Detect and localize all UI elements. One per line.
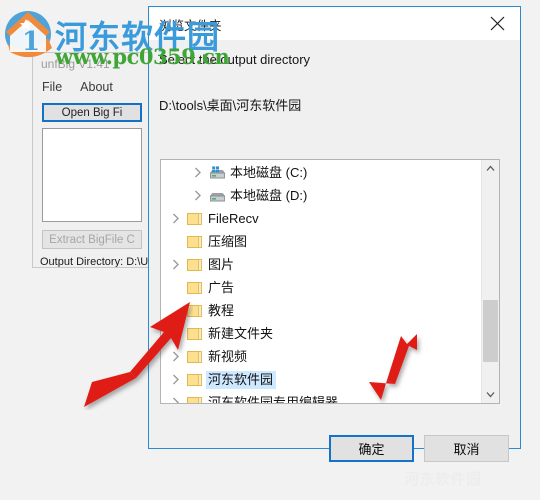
tree-item[interactable]: 河东软件园 xyxy=(161,368,481,391)
open-big-file-button[interactable]: Open Big Fi xyxy=(42,103,142,122)
tree-item-label: 本地磁盘 (D:) xyxy=(230,187,308,203)
tree-item-label: 河东软件园专用编辑器 xyxy=(208,394,339,404)
cancel-button[interactable]: 取消 xyxy=(424,435,509,462)
tree-item[interactable]: FileRecv xyxy=(161,207,481,230)
folder-icon xyxy=(184,396,206,403)
svg-text:1: 1 xyxy=(22,27,40,57)
chevron-right-icon[interactable] xyxy=(167,391,184,403)
tree-item-label: 新视频 xyxy=(208,348,248,364)
menu-item-file[interactable]: File xyxy=(42,80,62,94)
app-menubar: File About xyxy=(33,75,148,99)
close-icon[interactable] xyxy=(475,7,520,39)
tree-item-label: 河东软件园 xyxy=(206,370,277,389)
folder-icon xyxy=(184,327,206,341)
chevron-right-icon[interactable] xyxy=(167,253,184,276)
chevron-right-icon[interactable] xyxy=(167,345,184,368)
tree-item-label: 图片 xyxy=(208,256,235,272)
tree-item-label: 本地磁盘 (C:) xyxy=(230,164,308,180)
folder-icon xyxy=(184,373,206,387)
chevron-right-icon[interactable] xyxy=(167,322,184,345)
folder-icon xyxy=(184,258,206,272)
browse-folder-dialog: 浏览文件夹 Select the output directory D:\too… xyxy=(148,6,521,462)
ok-button[interactable]: 确定 xyxy=(329,435,414,462)
tree-item[interactable]: 本地磁盘 (D:) xyxy=(161,184,481,207)
output-directory-status: Output Directory: D:\Un xyxy=(40,256,148,268)
tree-item[interactable]: 新建文件夹 xyxy=(161,322,481,345)
dialog-body: Select the output directory D:\tools\桌面\… xyxy=(149,40,520,462)
tree-item[interactable]: 压缩图 xyxy=(161,230,481,253)
drive-system-icon xyxy=(206,165,228,180)
tree-item[interactable]: 新视频 xyxy=(161,345,481,368)
file-list-area[interactable] xyxy=(42,128,142,222)
folder-tree-rows: 本地磁盘 (C:) 本地磁盘 (D:) FileRecv 压缩图图片广告教程新建文件夹… xyxy=(161,160,481,403)
tree-item[interactable]: 图片 xyxy=(161,253,481,276)
extract-bigfile-button: Extract BigFile C xyxy=(42,230,142,249)
chevron-right-icon[interactable] xyxy=(167,368,184,391)
folder-icon xyxy=(184,304,206,318)
chevron-right-icon[interactable] xyxy=(167,207,184,230)
tree-item-label: 广告 xyxy=(208,279,235,295)
tree-item-label: 压缩图 xyxy=(208,233,248,249)
tree-item[interactable]: 河东软件园专用编辑器 xyxy=(161,391,481,403)
folder-tree[interactable]: 本地磁盘 (C:) 本地磁盘 (D:) FileRecv 压缩图图片广告教程新建文件夹… xyxy=(160,159,500,404)
tree-item[interactable]: 教程 xyxy=(161,299,481,322)
folder-icon xyxy=(184,212,206,226)
tree-item-label: 新建文件夹 xyxy=(208,325,274,341)
tree-item-label: FileRecv xyxy=(208,210,259,226)
tree-item[interactable]: 本地磁盘 (C:) xyxy=(161,161,481,184)
tree-item-label: 教程 xyxy=(208,302,235,318)
chevron-down-icon[interactable] xyxy=(482,386,499,403)
tree-item[interactable]: 广告 xyxy=(161,276,481,299)
folder-icon xyxy=(184,350,206,364)
chevron-right-icon[interactable] xyxy=(189,184,206,207)
chevron-up-icon[interactable] xyxy=(482,160,499,177)
bottom-watermark: 河东软件园 xyxy=(404,471,482,488)
menu-item-about[interactable]: About xyxy=(80,80,113,94)
folder-icon xyxy=(184,235,206,249)
background-app-window: unfBig V1.41 File About Open Big Fi Extr… xyxy=(32,52,148,268)
scrollbar-thumb[interactable] xyxy=(483,300,498,362)
drive-icon xyxy=(206,189,228,203)
current-path-label: D:\tools\桌面\河东软件园 xyxy=(159,98,302,113)
site-url-watermark: www.pc0359.cn xyxy=(55,44,230,69)
site-logo-watermark: 1 xyxy=(5,11,52,58)
folder-icon xyxy=(184,281,206,295)
tree-scrollbar[interactable] xyxy=(481,160,499,403)
chevron-right-icon[interactable] xyxy=(189,161,206,184)
